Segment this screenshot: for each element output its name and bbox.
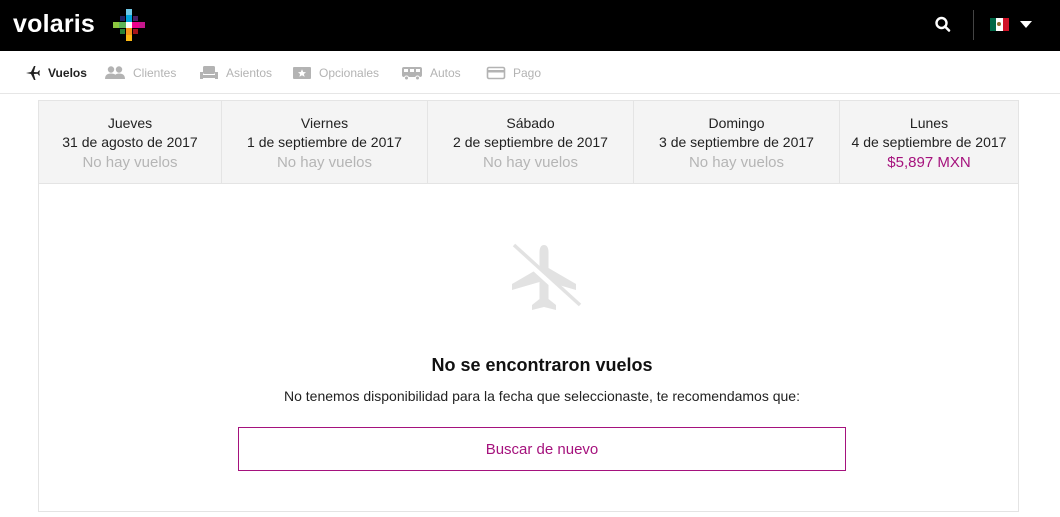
date-option[interactable]: Sábado 2 de septiembre de 2017 No hay vu… <box>428 101 634 184</box>
header-divider <box>973 10 974 40</box>
date-option[interactable]: Viernes 1 de septiembre de 2017 No hay v… <box>222 101 428 184</box>
star-ticket-icon <box>293 67 311 79</box>
language-selector[interactable] <box>988 13 1038 37</box>
mexico-flag-icon <box>990 18 1009 31</box>
step-label: Pago <box>513 66 542 80</box>
search-again-button[interactable]: Buscar de nuevo <box>238 427 846 471</box>
date-full: 1 de septiembre de 2017 <box>247 134 402 150</box>
empty-state: No se encontraron vuelos No tenemos disp… <box>39 185 1018 511</box>
date-day: Jueves <box>107 115 153 131</box>
date-option[interactable]: Jueves 31 de agosto de 2017 No hay vuelo… <box>39 101 222 184</box>
people-icon <box>105 66 125 79</box>
date-price: No hay vuelos <box>482 154 579 171</box>
bus-icon <box>402 67 422 81</box>
date-day: Sábado <box>506 115 555 131</box>
chevron-down-icon <box>1020 21 1032 28</box>
step-label: Opcionales <box>319 66 380 80</box>
logo-mark-icon <box>113 9 145 41</box>
step-label: Asientos <box>226 66 273 80</box>
step-label: Vuelos <box>48 66 87 80</box>
date-price: No hay vuelos <box>276 154 373 171</box>
empty-state-title: No se encontraron vuelos <box>431 355 653 375</box>
date-option[interactable]: Lunes 4 de septiembre de 2017 $5,897 MXN <box>840 101 1018 184</box>
top-header: volaris <box>0 0 1060 51</box>
date-full: 2 de septiembre de 2017 <box>453 134 608 150</box>
date-option[interactable]: Domingo 3 de septiembre de 2017 No hay v… <box>634 101 840 184</box>
step-label: Clientes <box>133 66 177 80</box>
date-day: Domingo <box>708 115 765 131</box>
flight-results-card: Jueves 31 de agosto de 2017 No hay vuelo… <box>38 100 1019 512</box>
step-vuelos[interactable]: Vuelos <box>25 62 87 84</box>
date-day: Lunes <box>909 115 949 131</box>
date-full: 3 de septiembre de 2017 <box>659 134 814 150</box>
step-label: Autos <box>430 66 461 80</box>
step-opcionales[interactable]: Opcionales <box>292 62 379 84</box>
search-button[interactable] <box>928 10 958 40</box>
date-price: No hay vuelos <box>82 154 178 171</box>
seat-icon <box>200 66 218 79</box>
no-flights-icon <box>509 243 583 312</box>
date-price: No hay vuelos <box>688 154 785 171</box>
date-price: $5,897 MXN <box>887 154 971 171</box>
credit-card-icon <box>486 66 506 80</box>
booking-steps: Vuelos Clientes Asientos Opcionales Auto… <box>0 51 1060 94</box>
date-full: 31 de agosto de 2017 <box>62 134 198 150</box>
step-pago[interactable]: Pago <box>486 62 541 84</box>
step-clientes[interactable]: Clientes <box>104 62 176 84</box>
airplane-icon <box>26 66 40 80</box>
step-autos[interactable]: Autos <box>401 62 461 84</box>
date-selector: Jueves 31 de agosto de 2017 No hay vuelo… <box>39 101 1018 184</box>
date-full: 4 de septiembre de 2017 <box>851 134 1007 150</box>
search-icon <box>935 16 951 32</box>
empty-state-message: No tenemos disponibilidad para la fecha … <box>284 388 800 404</box>
logo-text[interactable]: volaris <box>13 10 95 39</box>
step-asientos[interactable]: Asientos <box>199 62 272 84</box>
date-day: Viernes <box>300 115 349 131</box>
